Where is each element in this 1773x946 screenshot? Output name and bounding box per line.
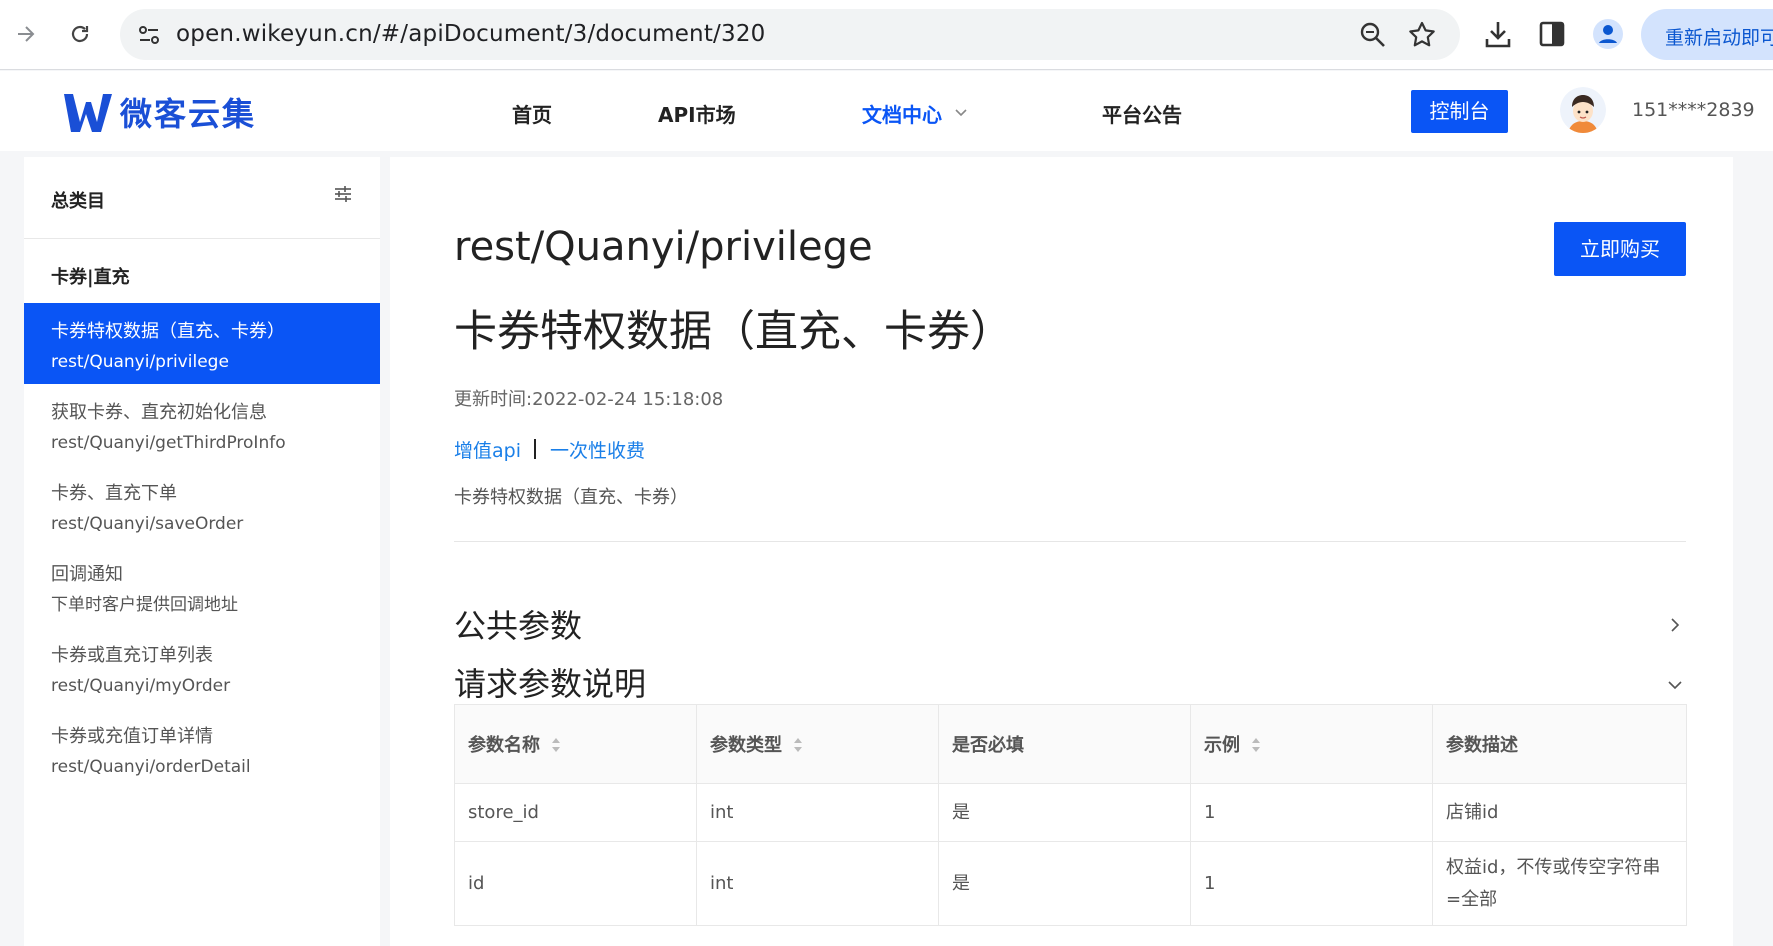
url-text[interactable]: open.wikeyun.cn/#/apiDocument/3/document… [176, 21, 766, 47]
divider [454, 541, 1686, 542]
sidebar-item-get-third-pro-info[interactable]: 获取卡券、直充初始化信息 rest/Quanyi/getThirdProInfo [24, 384, 380, 465]
profile-icon[interactable] [1591, 17, 1625, 51]
buy-now-button[interactable]: 立即购买 [1554, 222, 1686, 276]
bookmark-star-icon[interactable] [1406, 19, 1438, 51]
site-header: 微客云集 首页 API市场 文档中心 平台公告 控制台 151****2839 [0, 71, 1773, 151]
cell-required: 是 [938, 841, 1191, 926]
chevron-right-icon[interactable] [1667, 617, 1683, 633]
site-settings-icon[interactable] [136, 22, 162, 48]
cell-type: int [696, 783, 939, 842]
sidebar-item-path: rest/Quanyi/orderDetail [51, 757, 251, 777]
side-panel-icon[interactable] [1535, 17, 1569, 51]
cell-type: int [696, 841, 939, 926]
tag-value-added-api[interactable]: 增值api [454, 440, 521, 462]
sidebar-group-label: 卡券|直充 [51, 267, 130, 288]
sidebar: 总类目 卡券|直充 卡券特权数据（直充、卡券） rest/Quanyi/priv… [24, 157, 380, 946]
sidebar-item-path: rest/Quanyi/saveOrder [51, 514, 244, 534]
nav-announcements[interactable]: 平台公告 [1102, 99, 1182, 128]
sidebar-item-title: 获取卡券、直充初始化信息 [51, 402, 267, 423]
sidebar-item-title: 卡券或直充订单列表 [51, 645, 213, 666]
sort-icon[interactable] [792, 735, 804, 755]
cell-name: store_id [454, 783, 697, 842]
cell-description: 权益id，不传或传空字符串=全部 [1432, 841, 1687, 926]
sidebar-item-title: 卡券或充值订单详情 [51, 726, 213, 747]
sidebar-item-path: rest/Quanyi/myOrder [51, 676, 231, 696]
update-time: 更新时间:2022-02-24 15:18:08 [454, 389, 724, 410]
tag-divider [533, 439, 536, 459]
tag-one-time-fee[interactable]: 一次性收费 [550, 440, 645, 462]
logo-text: 微客云集 [120, 95, 257, 133]
table-row: store_id int 是 1 店铺id [454, 783, 1687, 842]
sidebar-item-title: 回调通知 [51, 564, 123, 585]
column-header-description: 参数描述 [1432, 704, 1687, 784]
api-description: 卡券特权数据（直充、卡券） [454, 487, 688, 508]
sidebar-item-path: rest/Quanyi/getThirdProInfo [51, 433, 286, 453]
column-header-example[interactable]: 示例 [1190, 704, 1433, 784]
sidebar-item-path: 下单时客户提供回调地址 [51, 595, 238, 615]
api-path: rest/Quanyi/privilege [454, 224, 873, 270]
request-params-table: 参数名称 参数类型 是否必填 示例 参数描述 store_id int 是 1 … [454, 704, 1687, 926]
cell-example: 1 [1190, 783, 1433, 842]
column-header-type[interactable]: 参数类型 [696, 704, 939, 784]
sidebar-item-path: rest/Quanyi/privilege [51, 352, 229, 372]
column-header-name[interactable]: 参数名称 [454, 704, 697, 784]
nav-docs-label: 文档中心 [862, 103, 942, 127]
nav-home[interactable]: 首页 [512, 99, 552, 128]
filter-sliders-icon[interactable] [332, 183, 354, 205]
sidebar-item-title: 卡券、直充下单 [51, 483, 177, 504]
section-public-params[interactable]: 公共参数 [454, 601, 582, 647]
relaunch-button[interactable]: 重新启动即可 [1641, 9, 1773, 60]
download-icon[interactable] [1481, 17, 1515, 51]
sidebar-item-privilege[interactable]: 卡券特权数据（直充、卡券） rest/Quanyi/privilege [24, 303, 380, 384]
forward-icon[interactable] [6, 14, 46, 54]
sidebar-group[interactable]: 卡券|直充 [24, 239, 380, 303]
browser-toolbar: open.wikeyun.cn/#/apiDocument/3/document… [0, 0, 1773, 70]
sidebar-item-my-order[interactable]: 卡券或直充订单列表 rest/Quanyi/myOrder [24, 627, 380, 708]
nav-api-market[interactable]: API市场 [658, 99, 736, 128]
sidebar-item-save-order[interactable]: 卡券、直充下单 rest/Quanyi/saveOrder [24, 465, 380, 546]
chevron-down-icon[interactable] [1667, 677, 1683, 693]
section-request-params[interactable]: 请求参数说明 [454, 659, 646, 705]
sort-icon[interactable] [1250, 735, 1262, 755]
address-bar[interactable]: open.wikeyun.cn/#/apiDocument/3/document… [120, 9, 1460, 60]
cell-required: 是 [938, 783, 1191, 842]
table-header-row: 参数名称 参数类型 是否必填 示例 参数描述 [454, 704, 1687, 784]
nav-docs[interactable]: 文档中心 [862, 99, 968, 128]
main-content: rest/Quanyi/privilege 立即购买 卡券特权数据（直充、卡券）… [390, 157, 1733, 946]
sidebar-header: 总类目 [24, 157, 380, 239]
api-tags: 增值api 一次性收费 [454, 436, 645, 463]
console-button[interactable]: 控制台 [1411, 90, 1508, 133]
cell-name: id [454, 841, 697, 926]
cell-example: 1 [1190, 841, 1433, 926]
sidebar-item-title: 卡券特权数据（直充、卡券） [51, 321, 285, 342]
column-header-required: 是否必填 [938, 704, 1191, 784]
sort-icon[interactable] [550, 735, 562, 755]
username[interactable]: 151****2839 [1632, 99, 1755, 121]
page-title: 卡券特权数据（直充、卡券） [454, 307, 1013, 357]
sidebar-title: 总类目 [51, 191, 105, 212]
sidebar-item-order-detail[interactable]: 卡券或充值订单详情 rest/Quanyi/orderDetail [24, 708, 380, 789]
site-logo[interactable]: 微客云集 [62, 89, 256, 135]
reload-icon[interactable] [60, 14, 100, 54]
zoom-icon[interactable] [1358, 20, 1388, 50]
chevron-down-icon [955, 109, 967, 117]
table-row: id int 是 1 权益id，不传或传空字符串=全部 [454, 841, 1687, 926]
logo-w-icon [64, 94, 112, 132]
sidebar-item-callback[interactable]: 回调通知 下单时客户提供回调地址 [24, 546, 380, 627]
cell-description: 店铺id [1432, 783, 1687, 842]
avatar[interactable] [1560, 87, 1606, 133]
